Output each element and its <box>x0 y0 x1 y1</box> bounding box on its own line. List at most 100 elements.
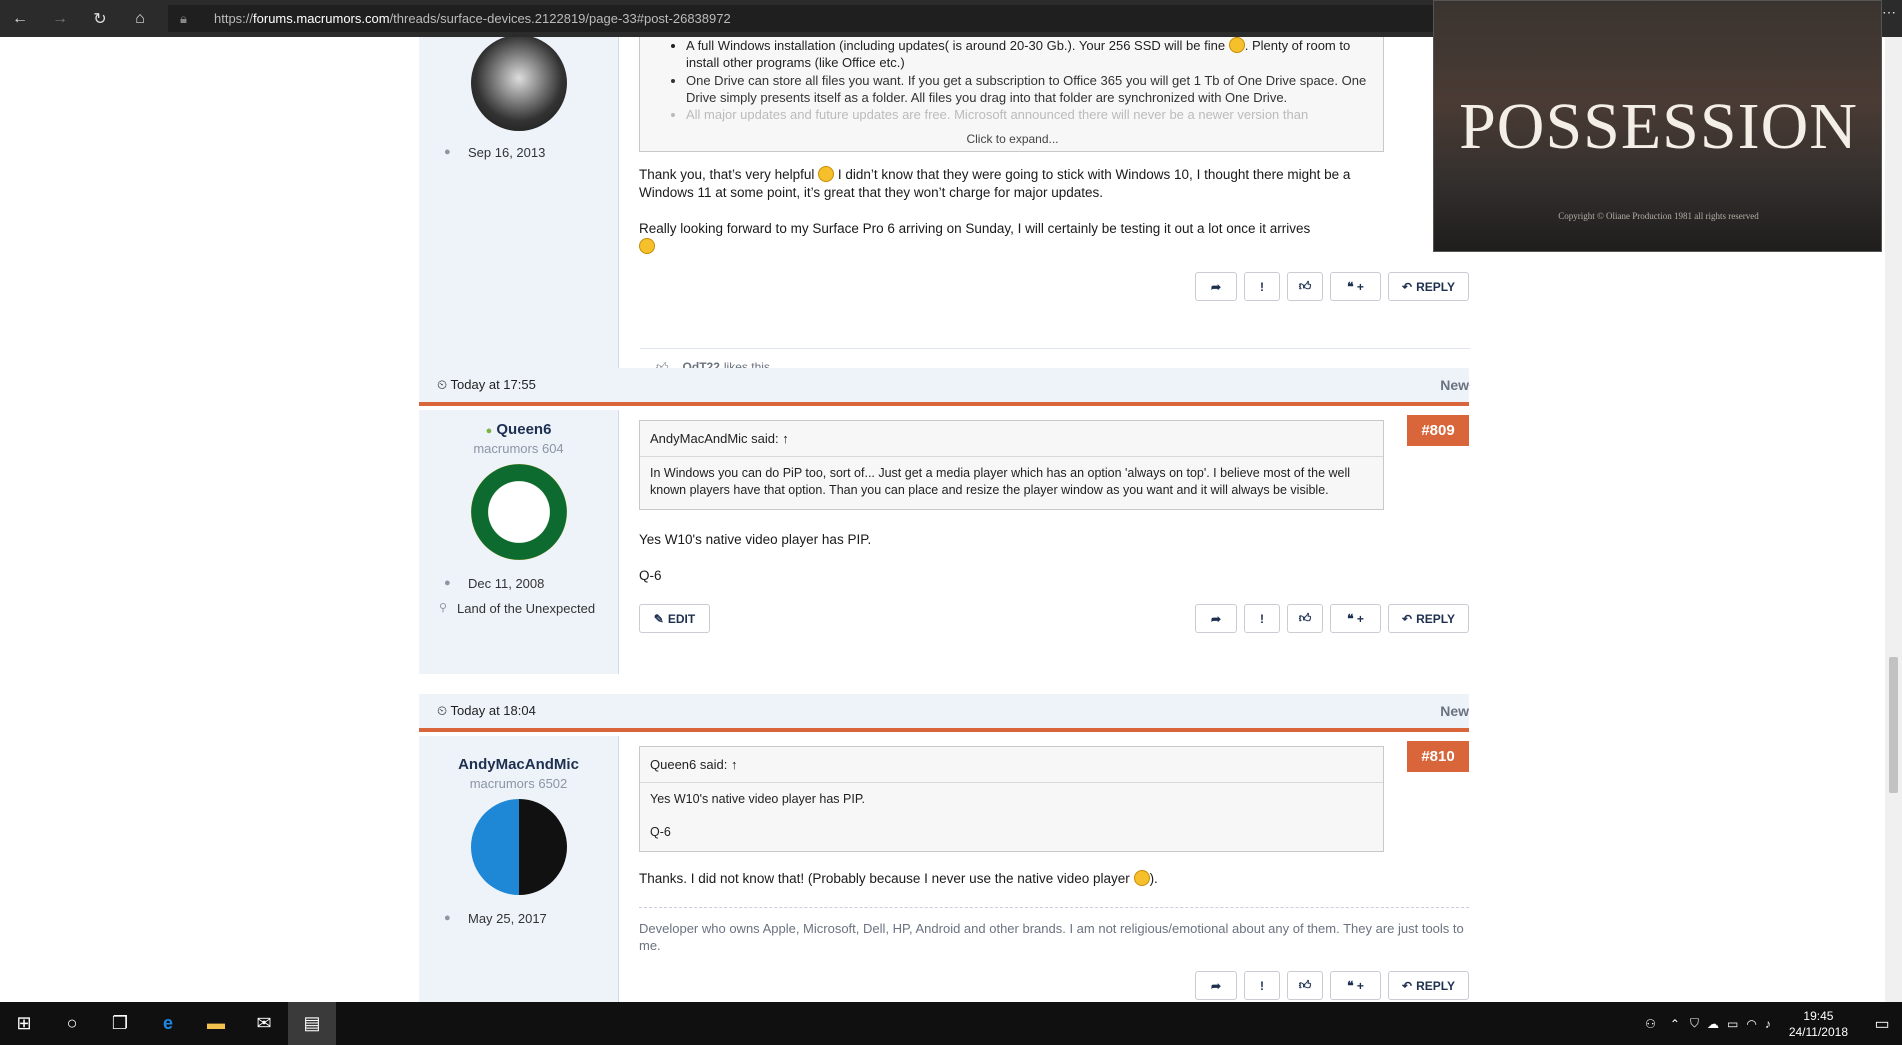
share-button[interactable]: ➦ <box>1195 971 1237 1000</box>
username[interactable]: ● Queen6 <box>419 421 618 438</box>
url-path: /threads/surface-devices.2122819/page-33… <box>389 11 731 26</box>
home-icon[interactable]: ⌂ <box>120 0 160 37</box>
show-hidden-icons-icon[interactable]: ⌃ <box>1670 1017 1680 1031</box>
report-button[interactable]: ! <box>1244 604 1280 633</box>
post-message: Yes W10's native video player has PIP. <box>639 532 872 547</box>
action-center-icon[interactable]: ▭ <box>1862 1014 1902 1034</box>
user-title: macrumors 604 <box>473 441 564 456</box>
search-icon[interactable]: ○ <box>48 1002 96 1045</box>
reply-icon: ↶ <box>1402 611 1413 626</box>
like-button[interactable]: 👍︎ <box>1287 604 1323 633</box>
quote-arrow-icon[interactable]: ↑ <box>731 757 738 772</box>
scrollbar-thumb[interactable] <box>1889 657 1898 793</box>
defender-icon[interactable]: ⛉ <box>1690 1016 1699 1031</box>
avatar[interactable] <box>470 799 567 895</box>
quote-block: A full Windows installation (including u… <box>639 37 1384 152</box>
click-to-expand[interactable]: Click to expand... <box>640 121 1383 151</box>
scrollbar[interactable] <box>1885 37 1902 1002</box>
post-message: Thank you, that’s very helpful I didn’t … <box>639 166 1351 200</box>
pencil-icon: ✎ <box>653 611 664 626</box>
username[interactable]: AndyMacAndMic <box>419 756 618 773</box>
new-badge: New <box>1440 377 1469 393</box>
forward-icon[interactable]: → <box>40 0 80 37</box>
reply-button[interactable]: ↶ REPLY <box>1388 272 1469 301</box>
url-prefix: https:// <box>214 11 254 26</box>
join-date: Sep 16, 2013 <box>468 145 546 160</box>
post-actions: ➦ ! 👍︎ ❝ + ↶ REPLY <box>1195 604 1469 633</box>
quote-header: AndyMacAndMic said: ↑ <box>640 421 1383 457</box>
movies-tv-icon[interactable]: ▤ <box>288 1002 336 1045</box>
quote-author: Queen6 said: <box>650 757 728 772</box>
quote-header: Queen6 said: ↑ <box>640 747 1383 783</box>
battery-icon[interactable]: ▭ <box>1727 1017 1738 1031</box>
lock-icon: 🔒︎ <box>180 10 187 26</box>
edit-button[interactable]: ✎ EDIT <box>639 604 710 633</box>
new-badge: New <box>1440 703 1469 719</box>
pip-video-window[interactable]: POSSESSION Copyright © Oliane Production… <box>1433 0 1882 252</box>
quote-list: A full Windows installation (including u… <box>640 37 1383 123</box>
post-body: AndyMacAndMic said: ↑ In Windows you can… <box>639 410 1469 674</box>
windows-start-icon[interactable]: ⊞ <box>0 1002 48 1045</box>
reply-button[interactable]: ↶ REPLY <box>1388 604 1469 633</box>
like-button[interactable]: 👍︎ <box>1287 971 1323 1000</box>
join-date-row: ● Dec 11, 2008 <box>419 574 618 593</box>
post-actions: ➦ ! 👍︎ ❝ + ↶ REPLY <box>1195 971 1469 1000</box>
reply-icon: ↶ <box>1402 978 1413 993</box>
quote-author: AndyMacAndMic said: <box>650 431 779 446</box>
post-actions: ➦ ! 👍︎ ❝ + ↶ REPLY <box>1195 272 1469 301</box>
reply-button[interactable]: ↶ REPLY <box>1388 971 1469 1000</box>
quote-item: A full Windows installation (including u… <box>686 37 1373 71</box>
multiquote-button[interactable]: ❝ + <box>1330 971 1381 1000</box>
post-body: Queen6 said: ↑ Yes W10's native video pl… <box>639 736 1469 1002</box>
post-date[interactable]: ⏲ Today at 18:04 <box>437 703 536 719</box>
edge-browser-icon[interactable]: e <box>144 1002 192 1045</box>
post-message: Q-6 <box>639 568 662 583</box>
post-sidebar: ● Sep 16, 2013 <box>419 37 619 385</box>
thinking-emoji-icon <box>1133 870 1150 886</box>
location-row: ⚲ Land of the Unexpected <box>419 599 618 618</box>
post-date-bar: ⏲ Today at 17:55 New <box>419 368 1469 406</box>
avatar[interactable] <box>470 464 567 560</box>
mail-icon[interactable]: ✉ <box>240 1002 288 1045</box>
address-bar[interactable]: 🔒︎ https://forums.macrumors.com/threads/… <box>168 5 1433 32</box>
post-body: A full Windows installation (including u… <box>639 37 1469 385</box>
quote-item: One Drive can store all files you want. … <box>686 72 1373 106</box>
share-button[interactable]: ➦ <box>1195 272 1237 301</box>
wifi-icon[interactable]: ◠ <box>1746 1017 1756 1031</box>
report-button[interactable]: ! <box>1244 971 1280 1000</box>
multiquote-button[interactable]: ❝ + <box>1330 604 1381 633</box>
multiquote-button[interactable]: ❝ + <box>1330 272 1381 301</box>
volume-icon[interactable]: ♪ <box>1765 1017 1771 1031</box>
post-message: Really looking forward to my Surface Pro… <box>639 220 1469 256</box>
quote-text: Yes W10's native video player has PIP. Q-… <box>650 792 866 839</box>
share-button[interactable]: ➦ <box>1195 604 1237 633</box>
system-tray: ⚇ ⌃ ⛉ ☁ ▭ ◠ ♪ 19:45 24/11/2018 ▭ <box>1645 1002 1902 1045</box>
quote-block: Queen6 said: ↑ Yes W10's native video pl… <box>639 746 1384 852</box>
post-date[interactable]: ⏲ Today at 17:55 <box>437 377 536 393</box>
quote-text: In Windows you can do PiP too, sort of..… <box>650 466 1351 497</box>
signature: Developer who owns Apple, Microsoft, Del… <box>639 907 1469 954</box>
clock[interactable]: 19:45 24/11/2018 <box>1775 1008 1862 1040</box>
taskbar: ⊞ ○ ❐ e ▬ ✉ ▤ ⚇ ⌃ ⛉ ☁ ▭ ◠ ♪ 19:45 24/11/… <box>0 1002 1902 1045</box>
quote-arrow-icon[interactable]: ↑ <box>782 431 789 446</box>
onedrive-icon[interactable]: ☁ <box>1707 1017 1719 1031</box>
refresh-icon[interactable]: ↻ <box>80 0 120 37</box>
post-809: ● Queen6 macrumors 604 ● Dec 11, 2008 ⚲ … <box>419 410 1469 674</box>
avatar[interactable] <box>470 37 567 131</box>
file-explorer-icon[interactable]: ▬ <box>192 1002 240 1045</box>
join-date-row: ● May 25, 2017 <box>419 909 618 928</box>
report-button[interactable]: ! <box>1244 272 1280 301</box>
post-810: AndyMacAndMic macrumors 6502 ● May 25, 2… <box>419 736 1469 1002</box>
user-icon: ● <box>444 912 451 924</box>
like-button[interactable]: 👍︎ <box>1287 272 1323 301</box>
task-view-icon[interactable]: ❐ <box>96 1002 144 1045</box>
more-icon[interactable]: ⋯ <box>1882 4 1902 21</box>
user-icon: ● <box>444 146 451 158</box>
user-title: macrumors 6502 <box>469 776 568 791</box>
quote-block: AndyMacAndMic said: ↑ In Windows you can… <box>639 420 1384 510</box>
join-date-row: ● Sep 16, 2013 <box>419 143 618 162</box>
post-message: Thanks. I did not know that! (Probably b… <box>639 870 1158 886</box>
back-icon[interactable]: ← <box>0 0 40 37</box>
people-icon[interactable]: ⚇ <box>1645 1017 1656 1031</box>
url-host: forums.macrumors.com <box>253 11 390 26</box>
